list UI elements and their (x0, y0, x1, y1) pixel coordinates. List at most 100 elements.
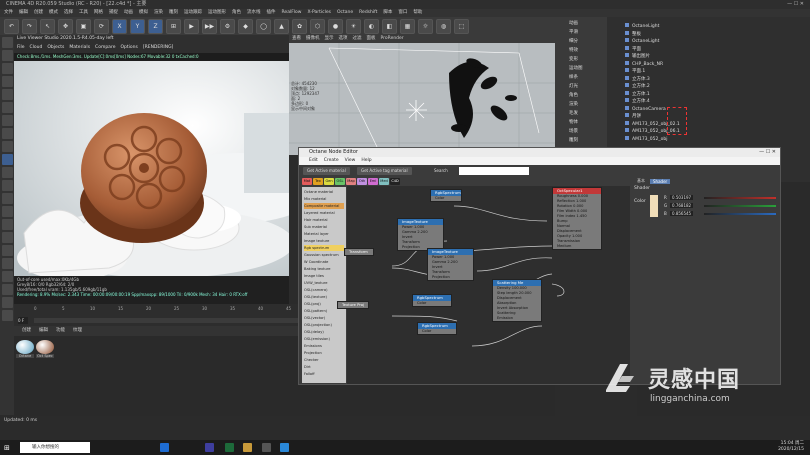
window-controls[interactable]: — ☐ ✕ (787, 0, 804, 9)
toolbar-button[interactable]: ⊞ (166, 18, 181, 34)
node-category-tab[interactable]: Tex (313, 178, 323, 185)
perspective-viewport[interactable]: 查看摄像机显示选项过滤面板ProRender 透视视图 总计: 454230对象… (289, 35, 555, 155)
menu-item[interactable]: 窗口 (398, 10, 407, 15)
menu-item[interactable]: 创建 (34, 10, 43, 15)
menu-item[interactable]: X-Particles (307, 10, 330, 15)
menu-item[interactable]: 文件 (4, 10, 13, 15)
left-tool-button[interactable] (1, 76, 13, 87)
windows-start-icon[interactable]: ⊞ (4, 443, 14, 453)
graph-node-imgtex1[interactable]: ImageTexture Power 1.000 Gamma 2.200 Invert… (397, 218, 444, 251)
graph-node-glossy[interactable]: OctSpecular1 Roughness 0.000 Reflection 1.… (552, 187, 602, 250)
tool-palette-item[interactable]: 灯光 (557, 82, 605, 91)
node-type-item[interactable]: Octane material (304, 189, 344, 195)
menu-item[interactable]: 动画 (124, 10, 133, 15)
tool-palette-item[interactable]: 毛发 (557, 109, 605, 118)
node-type-item[interactable]: OSL(camera) (304, 287, 344, 293)
node-type-item[interactable]: OSL(vector) (304, 315, 344, 321)
left-tool-button[interactable] (1, 284, 13, 295)
node-param[interactable]: Emission (493, 316, 541, 321)
excel-icon[interactable] (225, 443, 234, 452)
menu-item[interactable]: 捕捉 (109, 10, 118, 15)
object-item[interactable]: OctaneCamera (625, 105, 666, 113)
toolbar-button[interactable]: ◧ (382, 18, 397, 34)
menu-item[interactable]: 插件 (267, 10, 276, 15)
node-type-item[interactable]: Composite material (304, 203, 344, 209)
app2-icon[interactable] (280, 443, 289, 452)
viewport-menu-item[interactable]: 查看 (292, 35, 301, 43)
toolbar-button[interactable]: ● (328, 18, 343, 34)
toolbar-button[interactable]: ↖ (40, 18, 55, 34)
viewport-menu-item[interactable]: 过滤 (353, 35, 362, 43)
node-attr-tab[interactable]: 基本 (634, 178, 648, 184)
node-type-item[interactable]: Falloff (304, 371, 344, 377)
live-viewer-menu-item[interactable]: Cloud (30, 43, 43, 53)
toolbar-button[interactable]: Z (148, 18, 163, 34)
node-editor-window-controls[interactable]: — ☐ ✕ (759, 148, 776, 157)
node-param[interactable]: Medium (553, 244, 601, 249)
material-menu-item[interactable]: 纹理 (73, 328, 82, 333)
node-param[interactable]: Color (413, 301, 451, 306)
menu-item[interactable]: 选择 (64, 10, 73, 15)
menu-item[interactable]: 脚本 (383, 10, 392, 15)
node-editor-menu-item[interactable]: Create (324, 157, 339, 165)
menu-item[interactable]: 运动图形 (208, 10, 226, 15)
node-type-item[interactable]: Hair material (304, 217, 344, 223)
menu-item[interactable]: RealFlow (282, 10, 302, 15)
viewport-menu-item[interactable]: 面板 (367, 35, 376, 43)
graph-node-scatter[interactable]: Scattering Me Density 100.000 Step length … (492, 279, 542, 322)
node-type-item[interactable]: Baking texture (304, 266, 344, 272)
graph-node-rgb3[interactable]: RgbSpectrum Color (417, 322, 457, 335)
toolbar-button[interactable]: ☼ (418, 18, 433, 34)
toolbar-button[interactable]: ↶ (4, 18, 19, 34)
taskbar-clock[interactable]: 15:04 周二 2020/12/15 (778, 441, 804, 453)
left-tool-button[interactable] (1, 232, 13, 243)
left-tool-button[interactable] (1, 154, 13, 165)
toolbar-button[interactable]: ✥ (58, 18, 73, 34)
node-type-item[interactable]: Image texture (304, 238, 344, 244)
toolbar-button[interactable]: ▶ (184, 18, 199, 34)
rgb-value-field[interactable]: 0.856545 (670, 211, 694, 216)
node-category-tab[interactable]: OSL (335, 178, 345, 185)
graph-node-rgb1[interactable]: RgbSpectrum Color (430, 189, 462, 202)
node-type-item[interactable]: Sub material (304, 224, 344, 230)
node-category-tab[interactable]: Oth (357, 178, 367, 185)
live-viewer-menu-item[interactable]: Options (120, 43, 137, 53)
object-item[interactable]: AM173_052_obj (625, 135, 668, 143)
node-param[interactable]: Color (418, 329, 456, 334)
left-tool-button[interactable] (1, 102, 13, 113)
node-category-tab[interactable]: C4D (390, 178, 400, 185)
app-icon[interactable] (262, 443, 271, 452)
material-menu-item[interactable]: 编辑 (39, 328, 48, 333)
object-item[interactable]: 立方体.1 (625, 90, 650, 98)
toolbar-button[interactable]: ⬡ (310, 18, 325, 34)
left-tool-button[interactable] (1, 50, 13, 61)
viewport-menu-item[interactable]: 选项 (339, 35, 348, 43)
node-type-item[interactable]: OSL(emission) (304, 336, 344, 342)
left-tool-button[interactable] (1, 128, 13, 139)
left-tool-button[interactable] (1, 219, 13, 230)
rgb-slider[interactable] (704, 205, 776, 207)
rgb-value-field[interactable]: 0.768182 (670, 203, 694, 208)
tool-palette-item[interactable]: 平滑 (557, 28, 605, 37)
rgb-slider[interactable] (704, 213, 776, 215)
get-active-material-button[interactable]: Get Active material (303, 167, 350, 175)
object-item[interactable]: 立方体.3 (625, 75, 650, 83)
left-tool-button[interactable] (1, 180, 13, 191)
node-category-tab[interactable]: Mat (302, 178, 312, 185)
left-tool-button[interactable] (1, 245, 13, 256)
object-item[interactable]: 平面.1 (625, 68, 645, 75)
graph-node-imgtex2[interactable]: ImageTexture Power 1.000 Gamma 2.200 Invert… (427, 248, 474, 281)
menu-item[interactable]: 运动跟踪 (184, 10, 202, 15)
object-item[interactable]: 整板 (625, 30, 641, 38)
node-param[interactable]: Projection (428, 275, 473, 280)
edge-icon[interactable] (160, 443, 169, 452)
node-type-item[interactable]: Mix material (304, 196, 344, 202)
graph-node-rgb2[interactable]: RgbSpectrum Color (412, 294, 452, 307)
toolbar-button[interactable]: ↷ (22, 18, 37, 34)
live-viewer-menu-item[interactable]: [RENDERING] (143, 43, 173, 53)
toolbar-button[interactable]: ⚙ (220, 18, 235, 34)
live-viewer-menu-item[interactable]: File (17, 43, 25, 53)
left-tool-button[interactable] (1, 63, 13, 74)
toolbar-button[interactable]: ⟳ (94, 18, 109, 34)
node-category-tab[interactable]: Gen (324, 178, 334, 185)
